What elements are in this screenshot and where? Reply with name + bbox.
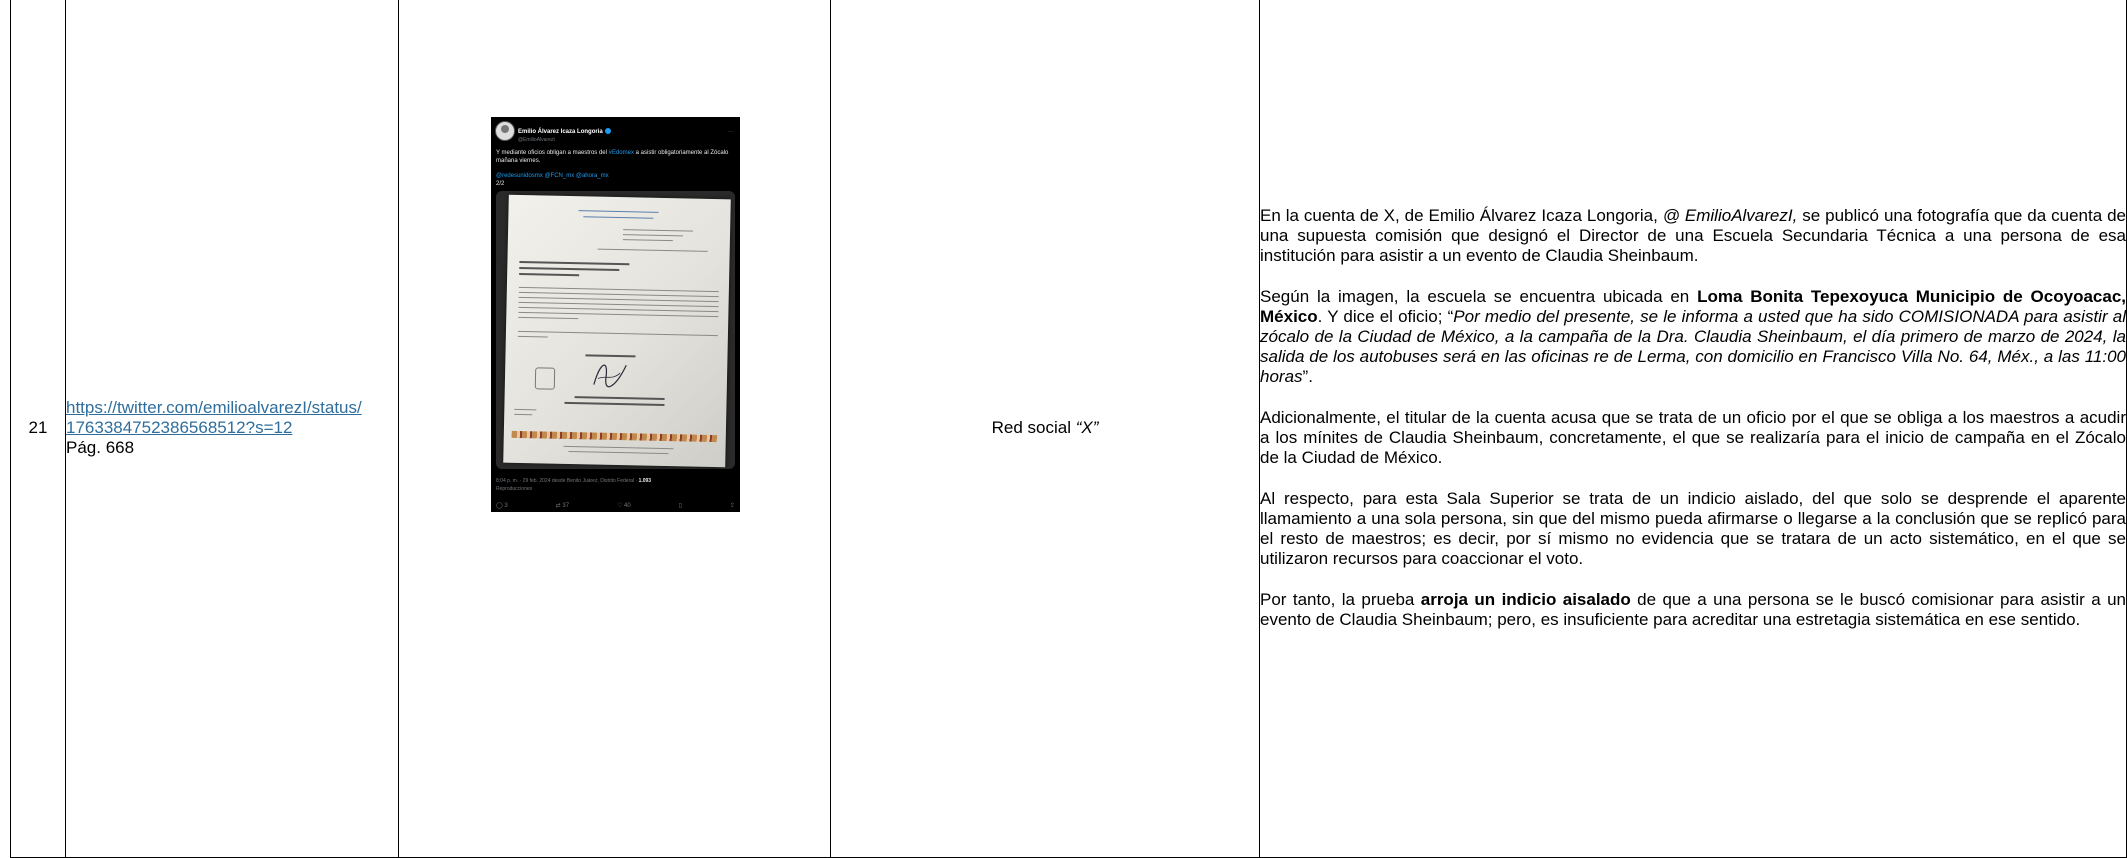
official-letter-photo: [496, 191, 735, 469]
tweet-link-line1: https://twitter.com/emilioalvarezI/statu…: [66, 398, 362, 417]
tweet-mentions: @redesunidosmx @FCN_mx @ahora_mx: [496, 173, 609, 179]
tweet-link[interactable]: https://twitter.com/emilioalvarezI/statu…: [66, 398, 362, 437]
medium-name: “X”: [1075, 418, 1099, 437]
verified-icon: [604, 128, 611, 135]
paragraph-4: Al respecto, para esta Sala Superior se …: [1260, 488, 2126, 568]
avatar: [495, 121, 515, 141]
share-icon[interactable]: ⇪: [730, 496, 735, 509]
medium-cell: Red social “X”: [830, 0, 1260, 858]
retweet-icon[interactable]: ⇄ 37: [556, 496, 569, 509]
paragraph-5: Por tanto, la prueba arroja un indicio a…: [1260, 589, 2127, 629]
tweet-link-line2: 1763384752386568512?s=12: [66, 418, 293, 437]
school-seal-icon: [534, 367, 556, 390]
signature-icon: [593, 364, 627, 388]
row-number: 21: [10, 0, 66, 858]
like-icon[interactable]: ♡ 40: [617, 496, 631, 509]
evidence-table: 21 https://twitter.com/emilioalvarezI/st…: [10, 0, 2127, 858]
table-row: 21 https://twitter.com/emilioalvarezI/st…: [10, 0, 2127, 858]
more-icon: ···: [728, 129, 734, 135]
bookmark-icon[interactable]: ▯: [679, 496, 682, 509]
page-reference: Pág. 668: [66, 438, 135, 457]
reply-icon[interactable]: ◯ 3: [496, 496, 508, 509]
tweet-actions: ◯ 3 ⇄ 37 ♡ 40 ▯ ⇪: [496, 496, 735, 509]
tweet-text: Y mediante oficios obligan a maestros de…: [496, 150, 729, 164]
tweet-screenshot: Emilio Álvarez Icaza Longoria @EmilioAlv…: [491, 117, 740, 512]
analysis-cell: En la cuenta de X, de Emilio Álvarez Ica…: [1259, 0, 2127, 858]
letter-document: [503, 194, 731, 468]
evidence-image-cell: Emilio Álvarez Icaza Longoria @EmilioAlv…: [398, 0, 831, 858]
paragraph-1: En la cuenta de X, de Emilio Álvarez Ica…: [1260, 205, 2126, 265]
paragraph-3: Adicionalmente, el titular de la cuenta …: [1260, 407, 2126, 467]
tweet-handle: @EmilioAlvarezI: [518, 137, 555, 143]
decorative-border: [511, 430, 718, 443]
source-cell: https://twitter.com/emilioalvarezI/statu…: [65, 0, 399, 858]
paragraph-2: Según la imagen, la escuela se encuentra…: [1260, 286, 2126, 386]
hashtag: #Edomex: [608, 150, 634, 156]
